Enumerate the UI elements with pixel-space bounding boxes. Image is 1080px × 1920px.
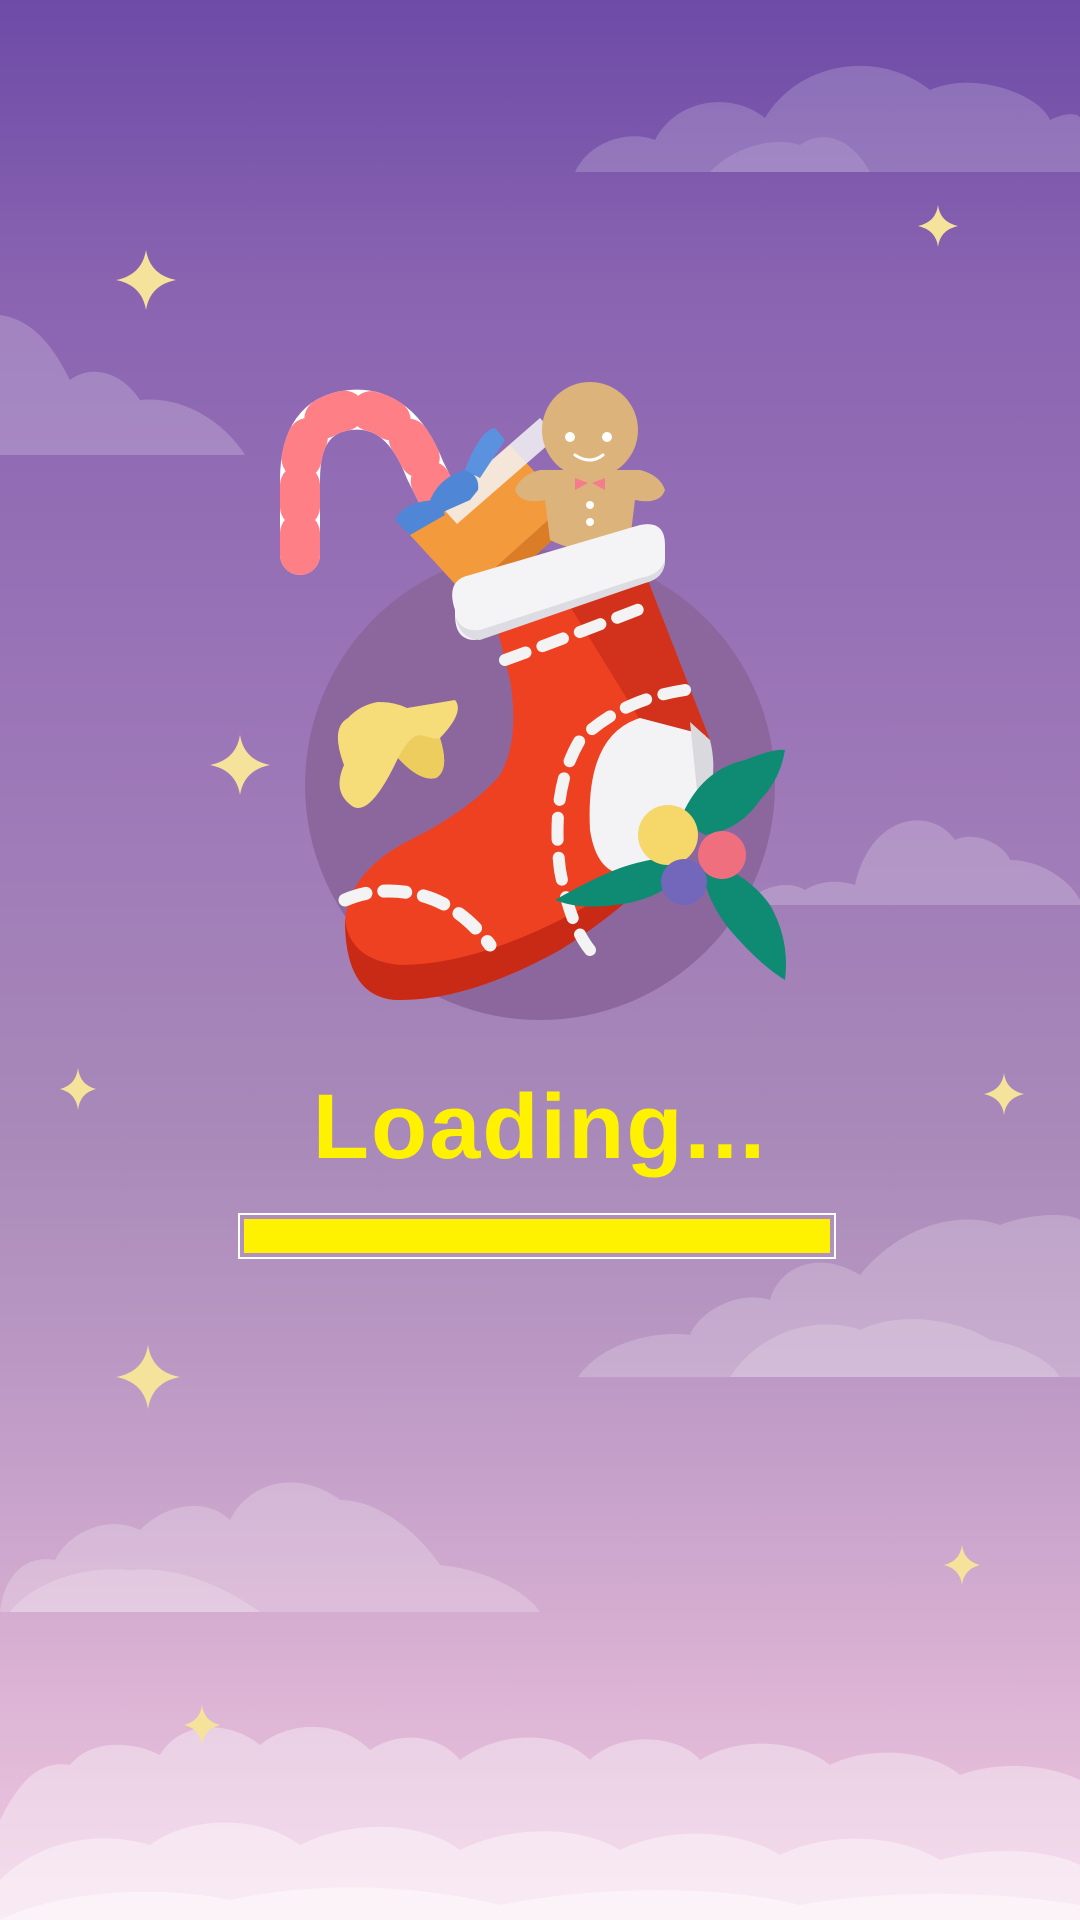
progress-bar-fill: [244, 1219, 830, 1253]
christmas-stocking-icon: [280, 382, 786, 1020]
progress-bar: [238, 1213, 836, 1259]
loading-title: Loading...: [312, 1076, 768, 1178]
